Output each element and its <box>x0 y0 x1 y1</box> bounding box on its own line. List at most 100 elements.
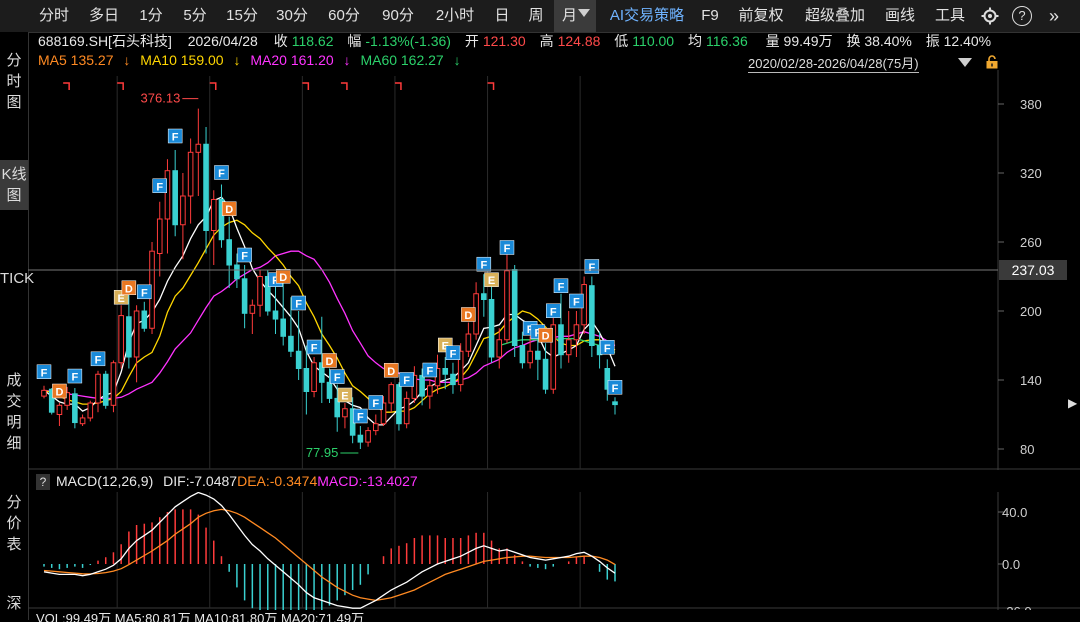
event-marker-letter: F <box>156 181 163 193</box>
ma10-label: MA10 159.00 <box>140 52 224 68</box>
event-marker-letter: F <box>357 412 364 424</box>
candle <box>141 310 148 329</box>
kline-chart[interactable]: FDFFED FFFFDFF DFFDFEFFDFFEFDFEFF F DFFFFFF … <box>0 70 1080 470</box>
quote-date: 2026/04/28 <box>187 33 258 49</box>
more-icon[interactable]: » <box>1040 0 1068 32</box>
help-icon[interactable]: ? <box>1012 6 1032 26</box>
adjust-button[interactable]: 前复权 <box>732 0 790 32</box>
candle <box>403 397 410 425</box>
event-marker-letter: F <box>311 343 318 355</box>
macd-year-separators <box>116 492 581 608</box>
low-annotation: 77.95 <box>306 445 359 460</box>
macd-tick-label: 0.0 <box>1002 557 1020 572</box>
scroll-right-icon[interactable]: ▶ <box>1068 396 1080 412</box>
candle <box>164 170 171 220</box>
macd-histogram <box>43 509 616 610</box>
tools-button[interactable]: 工具 <box>928 0 972 32</box>
event-marker-letter: F <box>504 243 511 255</box>
chevron-down-icon[interactable] <box>958 58 972 67</box>
event-marker-letter: D <box>225 204 233 216</box>
candles <box>41 108 618 449</box>
period-tab-15min[interactable]: 15分 <box>220 0 264 32</box>
ai-strategy-button[interactable]: AI交易策略 <box>602 0 692 32</box>
period-tab-day[interactable]: 日 <box>488 0 516 32</box>
macd-axis: 40.0 0.0 -36.0 <box>998 505 1032 610</box>
candle <box>102 373 109 406</box>
period-mark <box>302 82 310 90</box>
candle <box>295 350 302 369</box>
period-tab-1min[interactable]: 1分 <box>132 0 170 32</box>
turnover-value: 换 38.40% <box>846 33 912 49</box>
period-tab-multiday[interactable]: 多日 <box>82 0 126 32</box>
candle <box>187 151 194 197</box>
candle <box>442 368 449 375</box>
low-value: 110.00 <box>632 33 675 49</box>
candle <box>342 408 348 418</box>
event-marker-letter: F <box>334 372 341 384</box>
event-marker-letter: F <box>141 287 148 299</box>
event-marker-letter: D <box>326 356 334 368</box>
event-marker-letter: D <box>55 387 63 399</box>
event-marker-letter: F <box>372 398 379 410</box>
period-toolbar: 分时 多日 1分 5分 15分 30分 60分 90分 2小时 日 周 月 AI… <box>0 0 1080 33</box>
candle <box>156 218 163 254</box>
candle <box>519 345 526 364</box>
draw-line-button[interactable]: 画线 <box>880 0 920 32</box>
macd-dea-label: DEA:-0.3474 <box>237 473 318 489</box>
avg-label: 均 <box>687 33 702 49</box>
period-mark <box>209 82 217 90</box>
period-tab-90min[interactable]: 90分 <box>376 0 420 32</box>
candle <box>303 368 310 392</box>
candle <box>488 299 495 358</box>
change-label: 幅 <box>347 33 362 49</box>
candle <box>504 270 510 341</box>
period-tab-30min[interactable]: 30分 <box>270 0 314 32</box>
candle <box>95 373 101 404</box>
low-value-label: 77.95 <box>306 445 339 460</box>
candle <box>612 401 618 406</box>
macd-help-icon[interactable]: ? <box>36 474 50 490</box>
stock-code-name: 688169.SH[石头科技] <box>38 33 172 49</box>
open-label: 开 <box>464 33 479 49</box>
price-tick-label: 380 <box>1020 97 1042 112</box>
event-marker-letter: D <box>279 272 287 284</box>
arrow-down-icon: ↓ <box>343 52 351 68</box>
event-marker-letter: F <box>426 366 433 378</box>
event-marker-letter: F <box>450 348 457 360</box>
macd-chart[interactable]: 40.0 0.0 -36.0 <box>0 492 1080 610</box>
ma5-label: MA5 135.27 <box>38 52 114 68</box>
price-tick-label: 80 <box>1020 442 1034 457</box>
price-tick-label: 200 <box>1020 304 1042 319</box>
event-marker-letter: F <box>573 297 580 309</box>
candle <box>257 276 263 306</box>
candle <box>465 333 472 352</box>
candle <box>249 304 256 314</box>
period-tab-60min[interactable]: 60分 <box>322 0 366 32</box>
event-marker-letter: F <box>295 299 302 311</box>
period-tab-intraday[interactable]: 分时 <box>32 0 76 32</box>
event-marker-letter: E <box>488 275 495 287</box>
period-mark <box>63 82 70 90</box>
candle <box>565 339 572 356</box>
lock-icon[interactable] <box>985 55 999 69</box>
candle <box>388 384 395 404</box>
ma20-label: MA20 161.20 <box>250 52 334 68</box>
chevron-down-icon[interactable] <box>578 9 590 17</box>
event-marker-letter: F <box>403 375 410 387</box>
gear-icon[interactable] <box>981 7 999 25</box>
overlay-button[interactable]: 超级叠加 <box>798 0 872 32</box>
change-value: -1.13%(-1.36) <box>365 33 451 49</box>
period-tab-5min[interactable]: 5分 <box>176 0 214 32</box>
event-marker-letter: D <box>125 283 133 295</box>
event-marker-letter: F <box>172 132 179 144</box>
candle <box>41 389 47 397</box>
f9-button[interactable]: F9 <box>696 0 724 32</box>
candle <box>396 384 402 425</box>
candle <box>234 264 240 280</box>
period-tab-2hour[interactable]: 2小时 <box>428 0 482 32</box>
period-tab-week[interactable]: 周 <box>522 0 550 32</box>
candle <box>126 316 132 358</box>
high-value-label: 376.13 <box>141 91 181 106</box>
high-value: 124.88 <box>557 33 601 49</box>
period-mark <box>487 82 495 90</box>
